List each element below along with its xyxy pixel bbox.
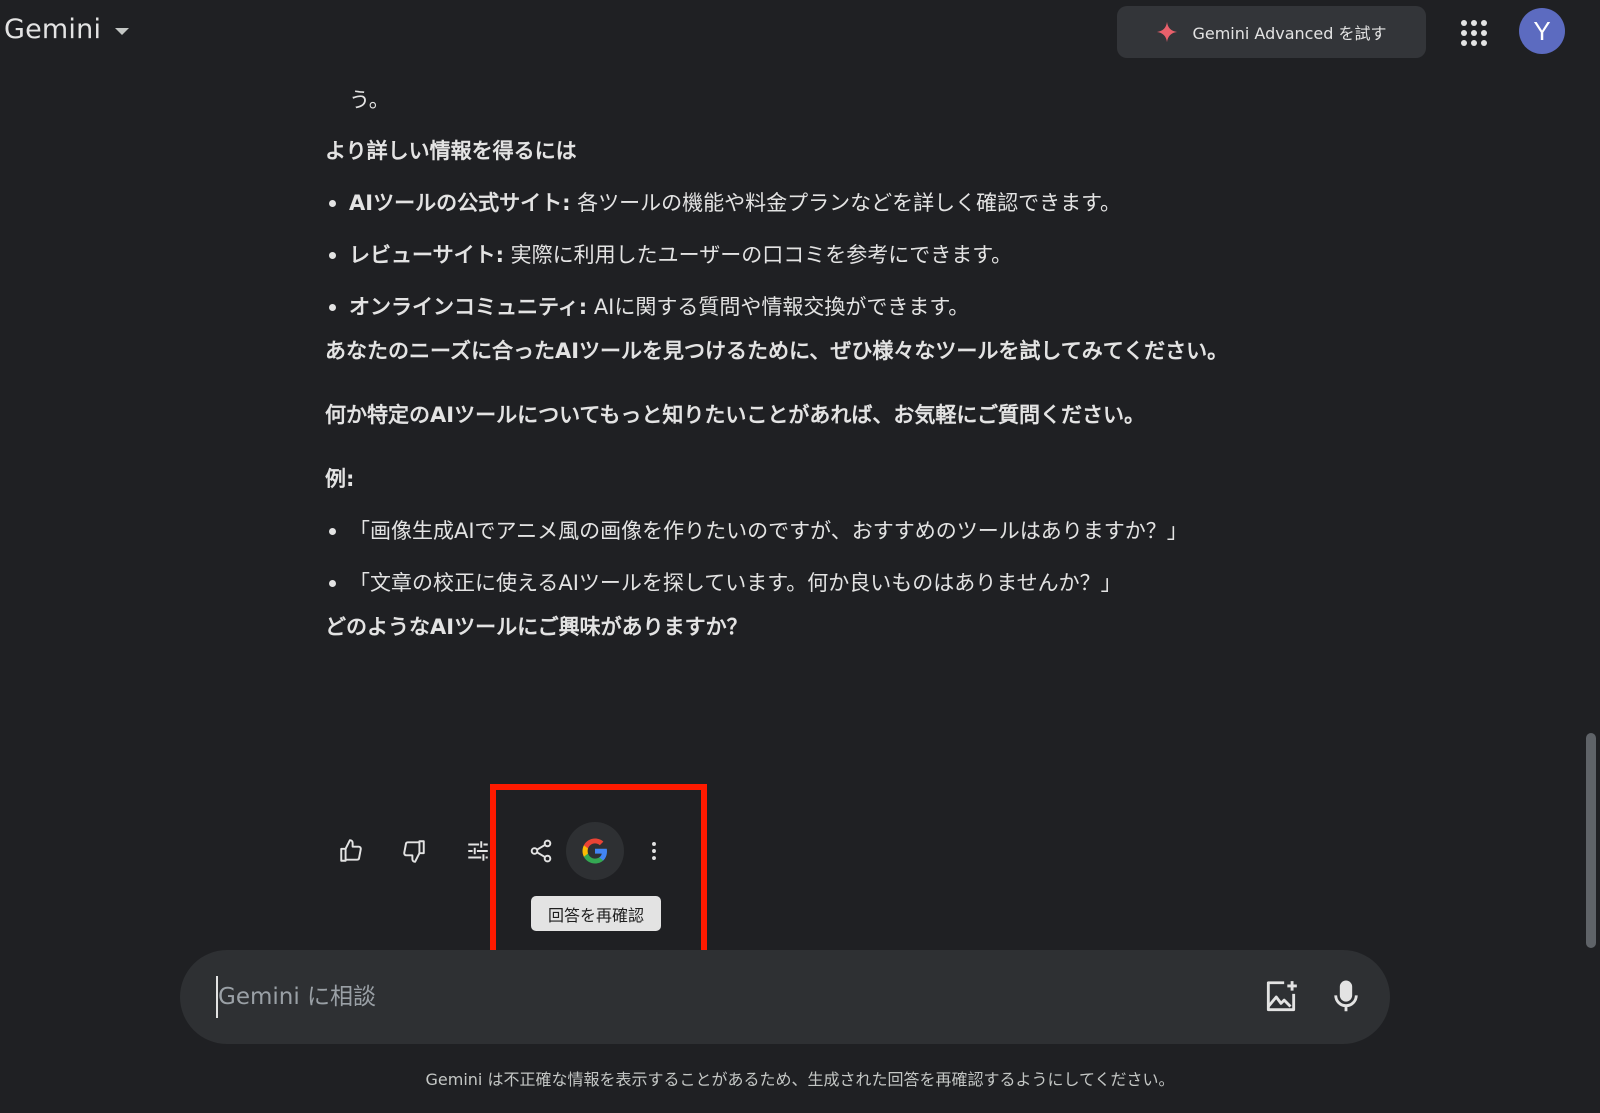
more-info-heading: より詳しい情報を得るには (325, 139, 577, 163)
add-image-button[interactable] (1262, 978, 1300, 1016)
disclaimer-text: Gemini は不正確な情報を表示することがあるため、生成された回答を再確認する… (425, 1070, 1175, 1089)
response-content: う。 より詳しい情報を得るには AIツールの公式サイト: 各ツールの機能や料金プ… (325, 80, 1230, 647)
thumbs-up-icon (340, 839, 362, 862)
list-item: レビューサイト: 実際に利用したユーザーの口コミを参考にできます。 (325, 235, 1230, 275)
example-text: 「文章の校正に使えるAIツールを探しています。何か良いものはありませんか？」 (349, 571, 1122, 595)
closing-question: どのようなAIツールにご興味がありますか？ (325, 615, 748, 639)
example-label: 例: (325, 467, 355, 491)
try-advanced-label: Gemini Advanced を試す (1192, 24, 1387, 43)
list-item: AIツールの公式サイト: 各ツールの機能や料金プランなどを詳しく確認できます。 (325, 183, 1230, 223)
highlight-box (490, 784, 707, 962)
list-item-title: AIツールの公式サイト: (349, 191, 571, 215)
list-item: 「文章の校正に使えるAIツールを探しています。何か良いものはありませんか？」 (325, 563, 1230, 603)
list-item-text: AIに関する質問や情報交換ができます。 (587, 295, 970, 319)
caret-down-icon (115, 28, 130, 35)
prompt-input[interactable] (216, 976, 1216, 1018)
example-list: 「画像生成AIでアニメ風の画像を作りたいのですが、おすすめのツールはありますか？… (325, 511, 1230, 603)
tune-icon (468, 841, 488, 861)
list-item-title: オンラインコミュニティ: (349, 295, 588, 319)
mic-icon (1334, 980, 1358, 1012)
brand-name: Gemini (4, 14, 102, 45)
bad-response-button[interactable] (385, 822, 443, 880)
good-response-button[interactable] (322, 822, 380, 880)
list-item-text: 実際に利用したユーザーの口コミを参考にできます。 (503, 243, 1013, 267)
add-image-icon (1266, 981, 1297, 1012)
model-switcher[interactable]: Gemini (4, 14, 130, 45)
top-bar: Gemini Gemini Advanced を試す Y (0, 0, 1600, 68)
list-item-title: レビューサイト: (349, 243, 504, 267)
list-item-text: 各ツールの機能や料金プランなどを詳しく確認できます。 (570, 191, 1122, 215)
apps-grid-icon[interactable] (1461, 20, 1487, 46)
scrollbar-thumb[interactable] (1586, 733, 1596, 948)
thumbs-down-icon (403, 840, 425, 863)
try-advanced-button[interactable]: Gemini Advanced を試す (1117, 6, 1426, 58)
encourage-paragraph: あなたのニーズに合ったAIツールを見つけるために、ぜひ様々なツールを試してみてく… (325, 339, 1229, 363)
list-item: オンラインコミュニティ: AIに関する質問や情報交換ができます。 (325, 287, 1230, 327)
microphone-button[interactable] (1327, 978, 1365, 1016)
example-text: 「画像生成AIでアニメ風の画像を作りたいのですが、おすすめのツールはありますか？… (349, 519, 1188, 543)
sparkle-icon (1157, 21, 1178, 43)
prompt-bar (180, 950, 1390, 1044)
response-fragment: う。 (349, 88, 390, 112)
avatar[interactable]: Y (1519, 8, 1565, 54)
avatar-initial: Y (1533, 15, 1551, 46)
info-list: AIツールの公式サイト: 各ツールの機能や料金プランなどを詳しく確認できます。 … (325, 183, 1230, 327)
ask-more-paragraph: 何か特定のAIツールについてもっと知りたいことがあれば、お気軽にご質問ください。 (325, 403, 1145, 427)
list-item: 「画像生成AIでアニメ風の画像を作りたいのですが、おすすめのツールはありますか？… (325, 511, 1230, 551)
